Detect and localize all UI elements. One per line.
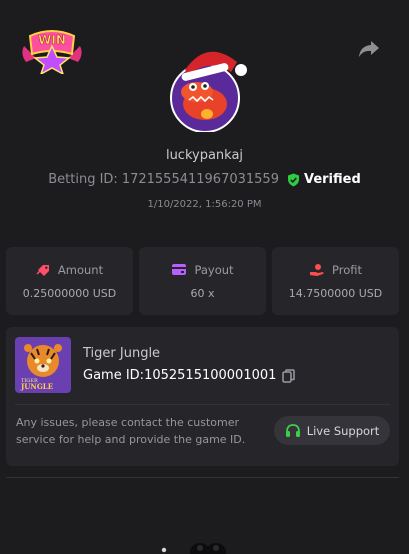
bet-timestamp: 1/10/2022, 1:56:20 PM	[147, 199, 262, 210]
share-arrow-icon[interactable]	[358, 39, 380, 59]
amount-tag-icon	[36, 264, 49, 276]
bet-stats: Amount 0.25000000 USD Payout 60 x Profit…	[6, 247, 399, 315]
live-support-label: Live Support	[306, 423, 380, 438]
svg-text:JUNGLE: JUNGLE	[20, 382, 53, 391]
card-divider	[15, 404, 390, 405]
wallet-card-icon	[172, 264, 187, 275]
verified-label: Verified	[303, 172, 361, 187]
betting-id-label: Betting ID:	[48, 172, 118, 187]
stat-profit-label: Profit	[332, 262, 362, 277]
username: luckypankaj	[165, 148, 244, 163]
stat-amount-value: 0.25000000 USD	[22, 286, 117, 300]
game-name: Tiger Jungle	[83, 346, 161, 361]
stat-amount: Amount 0.25000000 USD	[6, 247, 133, 315]
game-info-card: TIGER JUNGLE Tiger Jungle Game ID:105251…	[6, 327, 399, 466]
stat-payout-value: 60 x	[190, 286, 215, 300]
betting-id-value: 1721555411967031559	[121, 172, 279, 187]
game-id-row: Game ID:1052515100001001	[83, 368, 296, 383]
svg-text:WIN: WIN	[38, 33, 66, 47]
avatar	[170, 51, 247, 132]
stat-profit: Profit 14.7500000 USD	[272, 247, 399, 315]
win-badge-icon: WIN	[22, 30, 82, 74]
game-id-value: 1052515100001001	[144, 368, 277, 383]
game-thumbnail[interactable]: TIGER JUNGLE	[15, 337, 71, 393]
stat-profit-value: 14.7500000 USD	[288, 286, 383, 300]
stat-payout: Payout 60 x	[139, 247, 266, 315]
support-instructions: Any issues, please contact the customer …	[16, 416, 246, 446]
verified-badge: Verified	[287, 172, 361, 187]
copy-icon[interactable]	[282, 368, 296, 383]
profit-hand-icon	[310, 263, 324, 276]
stat-amount-label: Amount	[57, 262, 104, 277]
section-divider	[6, 477, 399, 478]
stat-payout-label: Payout	[194, 262, 234, 277]
headset-icon	[285, 424, 300, 437]
decorative-character-art	[161, 543, 226, 554]
bet-detail-page: WIN luckypankaj Betting ID: 172155541196…	[0, 0, 409, 554]
betting-id-row: Betting ID: 1721555411967031559 Verified	[0, 172, 409, 187]
live-support-button[interactable]: Live Support	[274, 416, 390, 445]
shield-check-icon	[287, 173, 299, 186]
game-id-label: Game ID:	[83, 368, 145, 383]
